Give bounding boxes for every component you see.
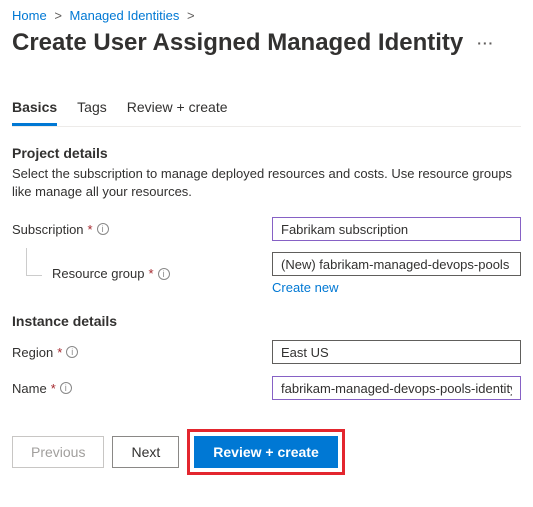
subscription-input[interactable] bbox=[272, 217, 521, 241]
tree-line-icon bbox=[26, 248, 42, 276]
footer-buttons: Previous Next Review + create bbox=[12, 429, 521, 475]
chevron-right-icon: > bbox=[54, 8, 62, 23]
resource-group-input[interactable] bbox=[272, 252, 521, 276]
breadcrumb-home[interactable]: Home bbox=[12, 8, 47, 23]
resource-group-label: Resource group * i bbox=[12, 266, 272, 281]
tab-basics[interactable]: Basics bbox=[12, 93, 57, 126]
project-details-description: Select the subscription to manage deploy… bbox=[12, 165, 521, 200]
breadcrumb: Home > Managed Identities > bbox=[12, 8, 521, 23]
info-icon[interactable]: i bbox=[97, 223, 109, 235]
info-icon[interactable]: i bbox=[158, 268, 170, 280]
required-icon: * bbox=[149, 266, 154, 281]
tab-review-create[interactable]: Review + create bbox=[127, 93, 228, 126]
required-icon: * bbox=[88, 222, 93, 237]
review-create-button[interactable]: Review + create bbox=[194, 436, 337, 468]
name-label: Name * i bbox=[12, 381, 272, 396]
chevron-right-icon: > bbox=[187, 8, 195, 23]
region-label-text: Region bbox=[12, 345, 53, 360]
region-label: Region * i bbox=[12, 345, 272, 360]
project-details-heading: Project details bbox=[12, 145, 521, 161]
instance-details-heading: Instance details bbox=[12, 313, 521, 329]
tab-tags[interactable]: Tags bbox=[77, 93, 107, 126]
region-input[interactable] bbox=[272, 340, 521, 364]
name-input[interactable] bbox=[272, 376, 521, 400]
next-button[interactable]: Next bbox=[112, 436, 179, 468]
create-new-link[interactable]: Create new bbox=[272, 280, 338, 295]
highlight-box: Review + create bbox=[187, 429, 344, 475]
tab-strip: Basics Tags Review + create bbox=[12, 93, 521, 127]
more-commands-icon[interactable]: ··· bbox=[477, 35, 494, 51]
required-icon: * bbox=[51, 381, 56, 396]
info-icon[interactable]: i bbox=[60, 382, 72, 394]
subscription-label-text: Subscription bbox=[12, 222, 84, 237]
required-icon: * bbox=[57, 345, 62, 360]
breadcrumb-managed-identities[interactable]: Managed Identities bbox=[70, 8, 180, 23]
page-title-text: Create User Assigned Managed Identity bbox=[12, 29, 463, 57]
page-title: Create User Assigned Managed Identity ··… bbox=[12, 29, 521, 57]
previous-button: Previous bbox=[12, 436, 104, 468]
subscription-label: Subscription * i bbox=[12, 222, 272, 237]
name-label-text: Name bbox=[12, 381, 47, 396]
info-icon[interactable]: i bbox=[66, 346, 78, 358]
resource-group-label-text: Resource group bbox=[52, 266, 145, 281]
